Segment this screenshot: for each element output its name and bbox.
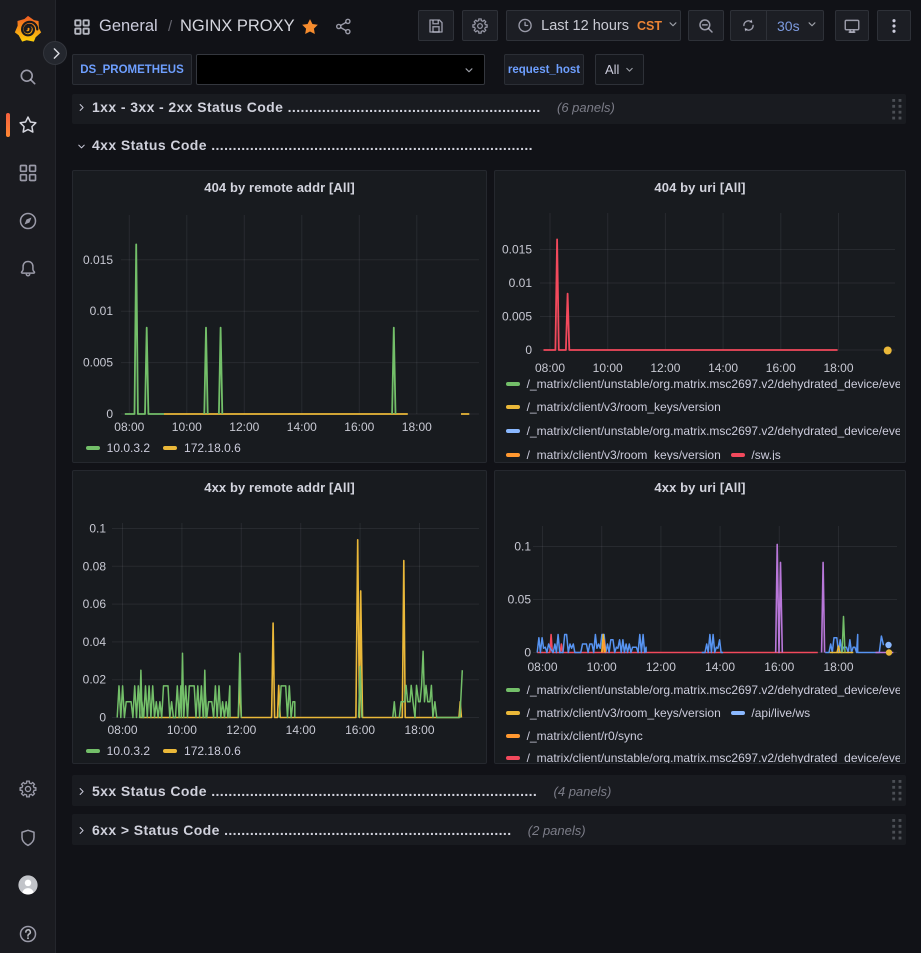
svg-text:16:00: 16:00 [344,420,374,434]
svg-text:12:00: 12:00 [226,723,256,737]
svg-text:0.015: 0.015 [502,243,532,257]
svg-text:12:00: 12:00 [229,420,259,434]
svg-text:18:00: 18:00 [823,361,853,375]
svg-text:0.01: 0.01 [509,276,533,290]
svg-text:0: 0 [99,711,106,725]
svg-text:12:00: 12:00 [650,361,680,375]
svg-text:08:00: 08:00 [107,723,137,737]
svg-text:0.04: 0.04 [83,635,107,649]
svg-text:12:00: 12:00 [646,660,676,674]
svg-text:18:00: 18:00 [823,660,853,674]
svg-text:0.015: 0.015 [83,253,113,267]
svg-text:10:00: 10:00 [167,723,197,737]
svg-text:18:00: 18:00 [402,420,432,434]
svg-text:0: 0 [524,646,531,660]
svg-text:08:00: 08:00 [527,660,557,674]
svg-text:10:00: 10:00 [593,361,623,375]
svg-text:16:00: 16:00 [764,660,794,674]
svg-text:0.1: 0.1 [514,540,531,554]
svg-text:14:00: 14:00 [708,361,738,375]
svg-text:0.06: 0.06 [83,597,107,611]
svg-text:0.1: 0.1 [89,522,106,536]
svg-text:10:00: 10:00 [172,420,202,434]
svg-text:0: 0 [106,407,113,421]
svg-text:0.01: 0.01 [90,304,114,318]
svg-text:0.08: 0.08 [83,559,107,573]
svg-text:14:00: 14:00 [286,723,316,737]
svg-text:16:00: 16:00 [766,361,796,375]
svg-text:18:00: 18:00 [404,723,434,737]
svg-text:0.005: 0.005 [83,356,113,370]
svg-text:0.005: 0.005 [502,310,532,324]
svg-text:14:00: 14:00 [705,660,735,674]
svg-text:08:00: 08:00 [535,361,565,375]
svg-text:0.02: 0.02 [83,673,107,687]
svg-text:10:00: 10:00 [587,660,617,674]
svg-text:16:00: 16:00 [345,723,375,737]
svg-text:0: 0 [525,343,532,357]
svg-text:14:00: 14:00 [287,420,317,434]
svg-text:0.05: 0.05 [508,593,532,607]
svg-text:08:00: 08:00 [114,420,144,434]
